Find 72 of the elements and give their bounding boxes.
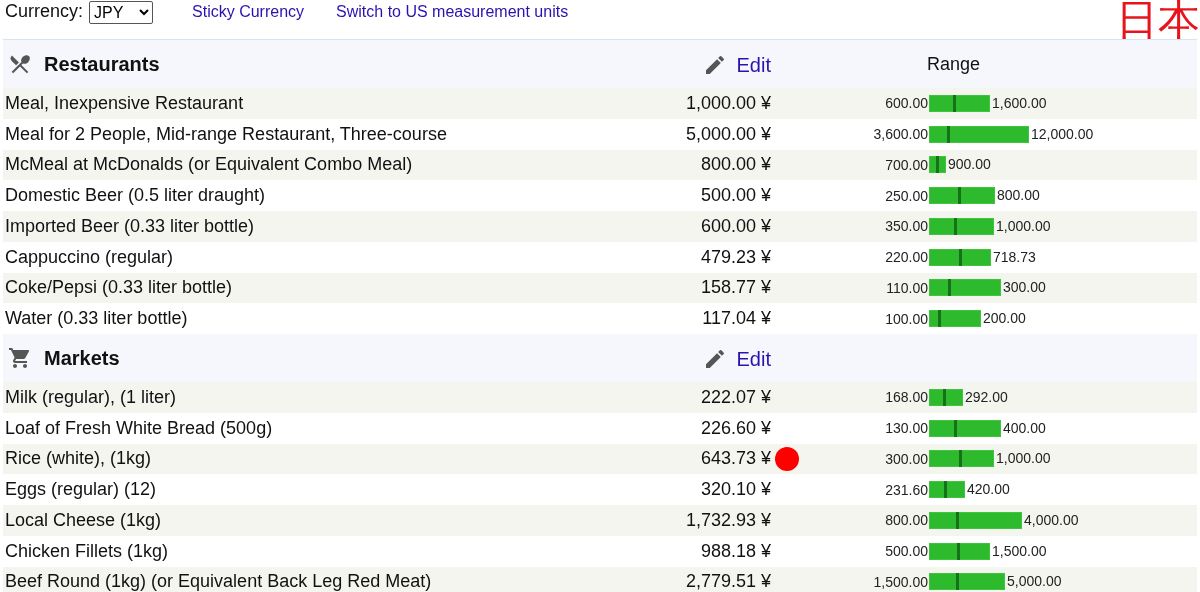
range-min: 600.00 [885, 95, 928, 112]
item-price: 600.00 ¥ [700, 215, 771, 237]
item-name: McMeal at McDonalds (or Equivalent Combo Meal) [4, 154, 414, 176]
edit-link[interactable]: Edit [702, 345, 771, 371]
link[interactable]: Sticky Currency [192, 3, 305, 21]
item-price: 158.77 ¥ [700, 277, 771, 299]
range-min: 500.00 [885, 543, 928, 560]
item-price: 5,000.00 ¥ [685, 123, 771, 145]
range-max: 200.00 [983, 309, 1026, 329]
utensils-icon [8, 52, 32, 76]
range-min: 250.00 [885, 187, 928, 204]
item-name: Rice (white), (1kg) [4, 448, 153, 470]
range-min: 350.00 [885, 218, 928, 235]
range-max: 900.00 [948, 155, 991, 175]
range-min: 700.00 [885, 156, 928, 173]
range-max: 1,500.00 [992, 541, 1047, 561]
item-name: Water (0.33 liter bottle) [4, 308, 189, 330]
range-max: 300.00 [1003, 278, 1046, 298]
range-min: 300.00 [885, 450, 928, 467]
currency-select[interactable]: JPY [89, 1, 154, 24]
range-max: 4,000.00 [1024, 510, 1079, 530]
cart-icon [8, 346, 32, 370]
item-name: Cappuccino (regular) [4, 246, 175, 268]
range-max: 800.00 [997, 186, 1040, 206]
country-label: 日本 [1116, 0, 1200, 44]
item-price: 988.18 ¥ [700, 540, 771, 562]
item-name: Milk (regular), (1 liter) [4, 386, 178, 408]
range-max: 1,000.00 [996, 216, 1051, 236]
range-max: 1,000.00 [996, 449, 1051, 469]
range-max: 5,000.00 [1007, 572, 1062, 592]
item-price: 1,000.00 ¥ [685, 92, 771, 114]
item-price: 479.23 ¥ [700, 246, 771, 268]
section-title: Restaurants [44, 52, 160, 76]
range-max: 1,600.00 [992, 93, 1047, 113]
link[interactable]: Switch to US measurement units [336, 3, 569, 21]
item-name: Chicken Fillets (1kg) [4, 540, 170, 562]
item-name: Meal for 2 People, Mid-range Restaurant, Three-course [4, 123, 448, 145]
range-min: 231.60 [885, 481, 928, 498]
item-price: 320.10 ¥ [700, 479, 771, 501]
range-min: 100.00 [885, 310, 928, 327]
item-name: Imported Beer (0.33 liter bottle) [4, 215, 256, 237]
item-price: 1,732.93 ¥ [685, 509, 771, 531]
item-price: 226.60 ¥ [700, 417, 771, 439]
item-name: Loaf of Fresh White Bread (500g) [4, 417, 274, 439]
range-max: 400.00 [1003, 418, 1046, 438]
currency-label: Currency: [5, 1, 84, 22]
section-title: Markets [44, 346, 120, 370]
item-name: Domestic Beer (0.5 liter draught) [4, 185, 267, 207]
item-price: 2,779.51 ¥ [685, 571, 771, 592]
item-price: 500.00 ¥ [700, 185, 771, 207]
item-price: 800.00 ¥ [700, 154, 771, 176]
range-min: 3,600.00 [873, 126, 928, 143]
item-name: Eggs (regular) (12) [4, 479, 158, 501]
item-name: Beef Round (1kg) (or Equivalent Back Leg Red Meat) [4, 571, 433, 592]
item-price: 117.04 ¥ [702, 308, 771, 330]
range-min: 168.00 [885, 389, 928, 406]
item-name: Coke/Pepsi (0.33 liter bottle) [4, 277, 234, 299]
range-min: 800.00 [885, 512, 928, 529]
item-price: 643.73 ¥ [700, 448, 771, 470]
range-min: 1,500.00 [873, 573, 928, 590]
range-max: 12,000.00 [1031, 124, 1094, 144]
item-price: 222.07 ¥ [700, 386, 771, 408]
range-min: 220.00 [885, 249, 928, 266]
range-max: 718.73 [993, 247, 1036, 267]
range-min: 130.00 [885, 420, 928, 437]
edit-link[interactable]: Edit [702, 51, 771, 77]
item-name: Local Cheese (1kg) [4, 509, 163, 531]
range-max: 420.00 [967, 480, 1010, 500]
range-min: 110.00 [886, 279, 928, 296]
range-max: 292.00 [965, 387, 1008, 407]
item-name: Meal, Inexpensive Restaurant [4, 92, 245, 114]
range-heading: Range [926, 53, 982, 75]
